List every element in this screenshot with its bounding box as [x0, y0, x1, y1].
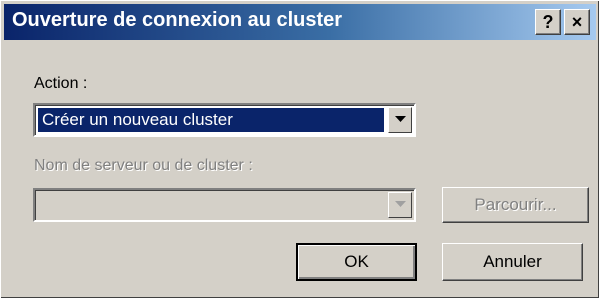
dialog-title: Ouverture de connexion au cluster: [12, 9, 343, 31]
browse-button: Parcourir...: [442, 187, 589, 223]
ok-button[interactable]: OK: [296, 243, 417, 281]
browse-button-label: Parcourir...: [474, 195, 557, 214]
dialog-window: Ouverture de connexion au cluster ? × Ac…: [0, 0, 600, 299]
ok-button-label: OK: [344, 252, 369, 271]
cancel-button[interactable]: Annuler: [442, 243, 583, 281]
close-button[interactable]: ×: [564, 9, 590, 35]
action-dropdown-button[interactable]: [388, 107, 412, 133]
action-dropdown[interactable]: Créer un nouveau cluster: [33, 103, 416, 137]
server-name-dropdown-button: [388, 192, 412, 218]
chevron-down-icon: [395, 201, 406, 207]
title-bar[interactable]: Ouverture de connexion au cluster ? ×: [4, 4, 596, 40]
server-name-label: Nom de serveur ou de cluster :: [34, 157, 253, 174]
action-label: Action :: [34, 75, 88, 92]
action-selected-value: Créer un nouveau cluster: [38, 108, 384, 132]
cancel-button-label: Annuler: [483, 252, 542, 271]
help-button[interactable]: ?: [535, 9, 561, 35]
chevron-down-icon: [395, 116, 406, 122]
server-name-dropdown: [33, 188, 416, 222]
